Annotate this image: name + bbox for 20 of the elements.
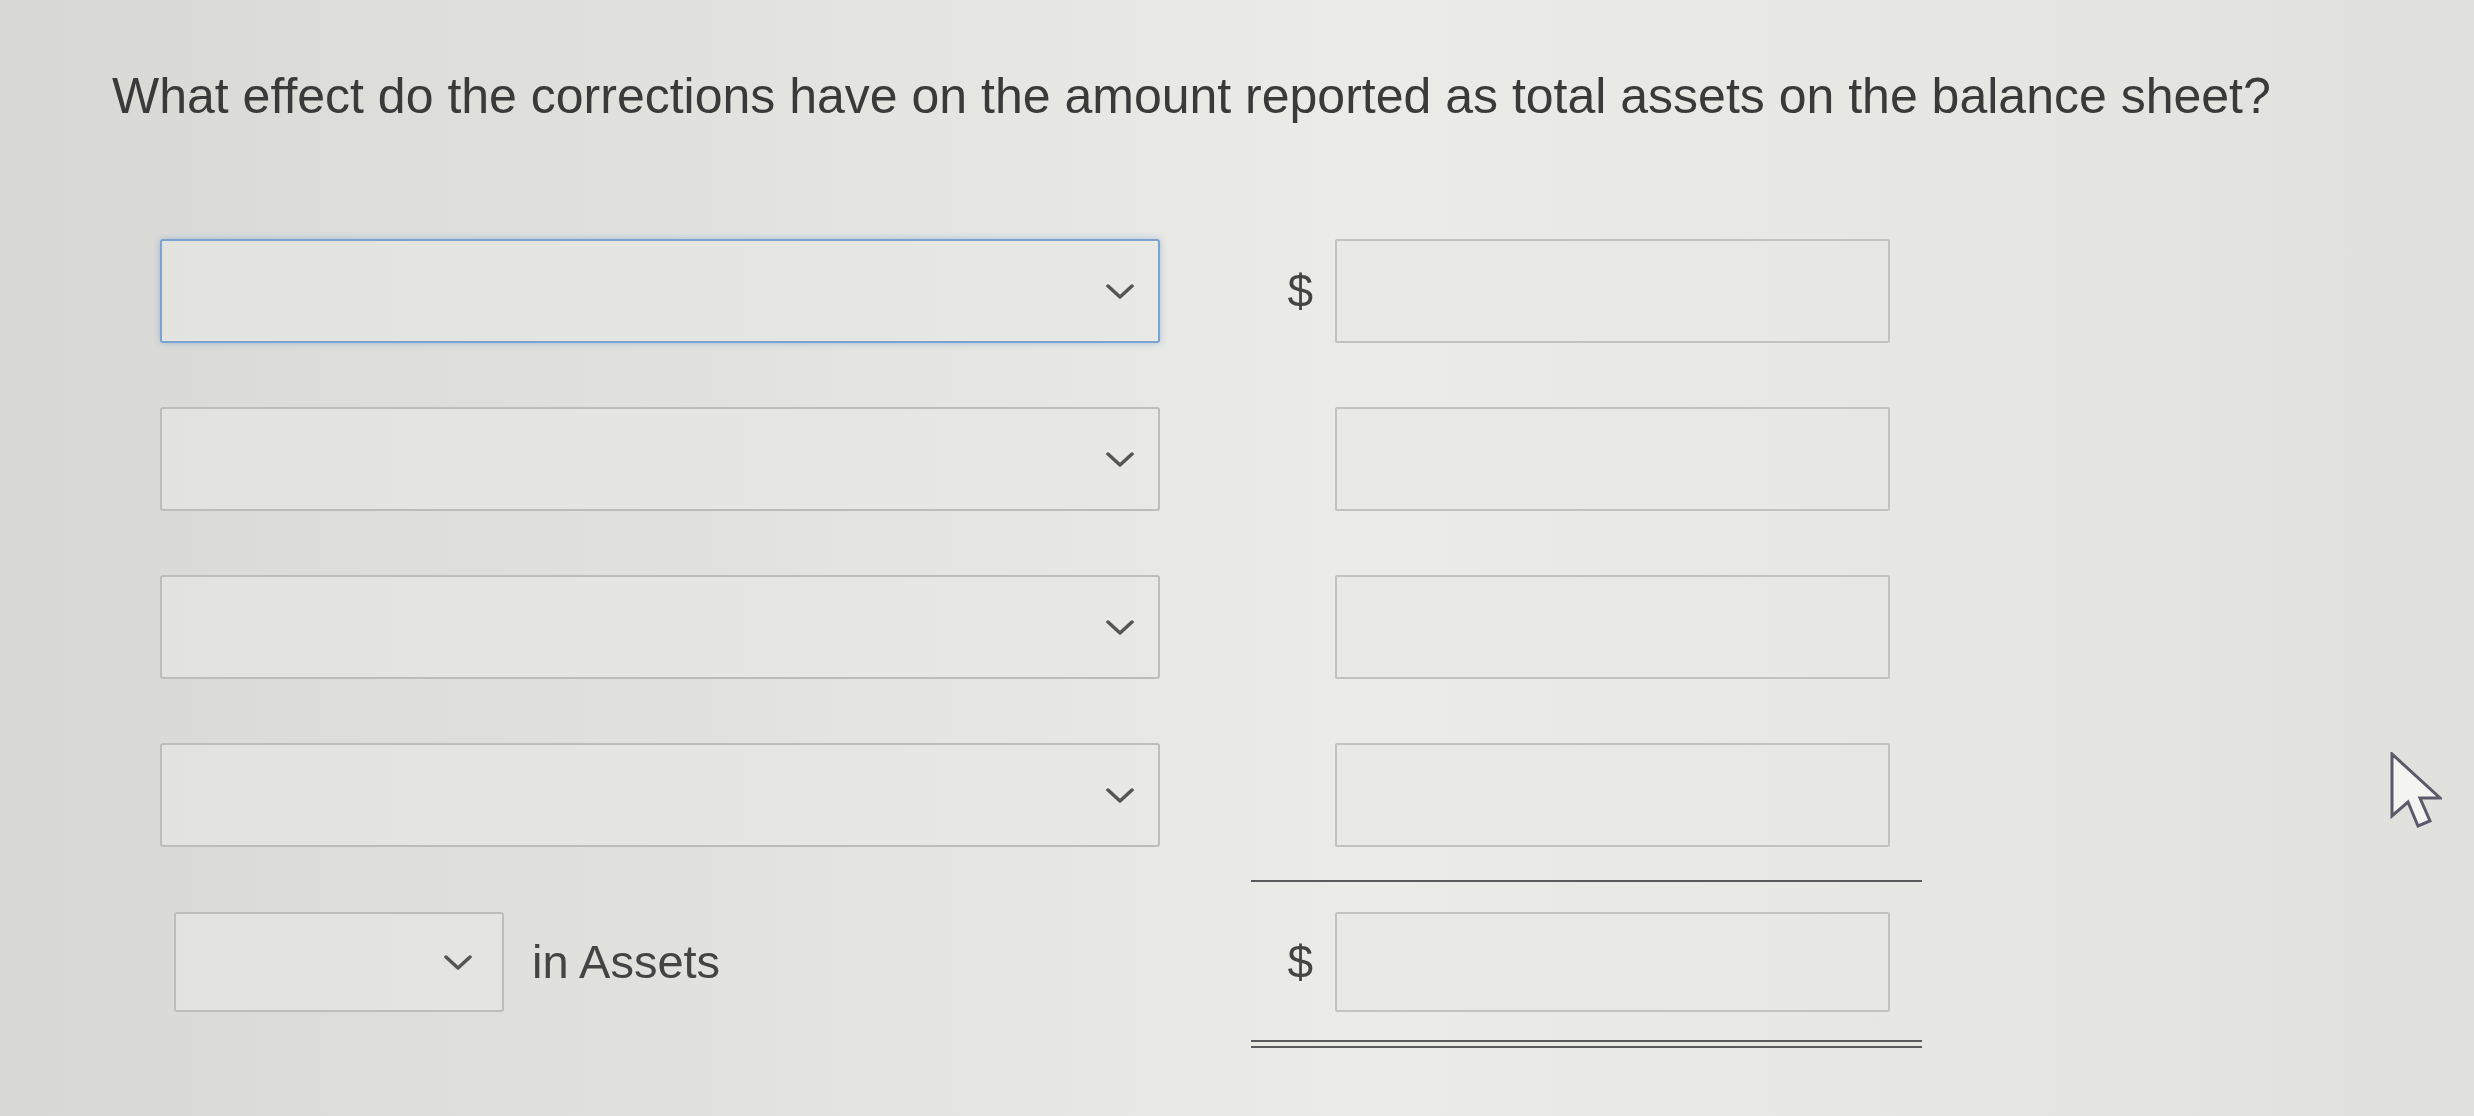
chevron-down-icon (1106, 283, 1134, 299)
chevron-down-icon (1106, 619, 1134, 635)
amount-input[interactable] (1335, 743, 1890, 847)
dropdown[interactable] (160, 239, 1160, 343)
currency-symbol: $ (1287, 264, 1313, 317)
dropdown[interactable] (160, 743, 1160, 847)
amount-input[interactable] (1335, 912, 1890, 1012)
amount-input[interactable] (1335, 575, 1890, 679)
chevron-down-icon (1106, 787, 1134, 803)
amount-input[interactable] (1335, 407, 1890, 511)
question-text: What effect do the corrections have on the amount reported as total assets on the balance sheet? (112, 67, 2271, 126)
amount-input[interactable] (1335, 239, 1890, 343)
dropdown[interactable] (160, 407, 1160, 511)
mouse-pointer-icon (2390, 752, 2442, 829)
assets-label: in Assets (532, 933, 721, 990)
chevron-down-icon (1106, 451, 1134, 467)
dropdown[interactable] (160, 575, 1160, 679)
chevron-down-icon (444, 954, 472, 970)
dropdown[interactable] (174, 912, 504, 1012)
currency-symbol: $ (1287, 935, 1313, 988)
